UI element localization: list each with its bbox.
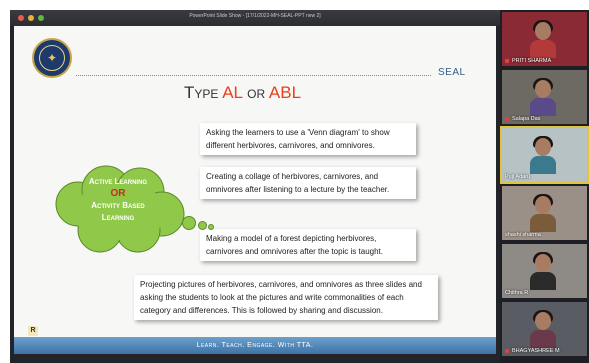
participant-tile-active-speaker[interactable]: Puji Adaru bbox=[500, 126, 589, 184]
header-divider bbox=[76, 75, 431, 76]
window-titlebar: PowerPoint Slide Show - [17/1/2022-MH-SE… bbox=[10, 10, 500, 26]
participant-tile[interactable]: shashi sharma bbox=[502, 186, 587, 240]
muted-mic-icon bbox=[505, 59, 509, 63]
participant-name: Salapa Das bbox=[512, 116, 541, 122]
participant-tile[interactable]: BHAGYASHREE M bbox=[502, 302, 587, 356]
window-title: PowerPoint Slide Show - [17/1/2022-MH-SE… bbox=[189, 13, 321, 19]
torso bbox=[530, 272, 556, 290]
participant-tile[interactable]: Chithra R bbox=[502, 244, 587, 298]
title-or: or bbox=[247, 83, 266, 102]
activity-box-4: Projecting pictures of herbivores, carni… bbox=[134, 275, 438, 320]
head bbox=[535, 196, 551, 214]
torso bbox=[530, 156, 556, 174]
head bbox=[535, 138, 551, 156]
activity-box-1: Asking the learners to use a 'Venn diagr… bbox=[200, 123, 416, 155]
torso bbox=[530, 330, 556, 348]
participant-video bbox=[530, 252, 556, 290]
cloud-line-3: Activity Based bbox=[91, 201, 145, 210]
thought-bubble-large bbox=[182, 216, 196, 230]
thought-bubble-medium bbox=[198, 221, 207, 230]
participant-name: shashi sharma bbox=[505, 232, 541, 238]
head bbox=[535, 312, 551, 330]
participant-video bbox=[530, 78, 556, 116]
participant-video bbox=[530, 310, 556, 348]
activity-box-3: Making a model of a forest depicting her… bbox=[200, 229, 416, 261]
torso bbox=[530, 40, 556, 58]
participant-tile[interactable]: PRITI SHARMA bbox=[502, 12, 587, 66]
cloud-line-1: Active Learning bbox=[88, 177, 148, 186]
torso bbox=[530, 214, 556, 232]
activity-text: Creating a collage of herbivores, carniv… bbox=[206, 172, 390, 194]
school-logo: ✦ bbox=[32, 38, 72, 78]
slide-footer: Learn. Teach. Engage. With TTA. bbox=[14, 337, 496, 354]
thought-bubble-small bbox=[208, 224, 214, 230]
head bbox=[535, 254, 551, 272]
cloud-line-4: Learning bbox=[101, 213, 135, 222]
activity-box-2: Creating a collage of herbivores, carniv… bbox=[200, 167, 416, 199]
participant-name: BHAGYASHREE M bbox=[512, 348, 560, 354]
activity-text: Asking the learners to use a 'Venn diagr… bbox=[206, 128, 390, 150]
participant-video bbox=[530, 20, 556, 58]
participant-name: Chithra R bbox=[505, 290, 529, 296]
cloud-label: Active Learning OR Activity Based Learni… bbox=[48, 176, 188, 224]
cloud-line-or: OR bbox=[110, 188, 126, 199]
activity-text: Making a model of a forest depicting her… bbox=[206, 234, 383, 256]
title-al: AL bbox=[222, 83, 243, 102]
participant-name: PRITI SHARMA bbox=[512, 58, 552, 64]
presenter-badge: R bbox=[28, 326, 38, 336]
title-prefix: Type bbox=[184, 83, 219, 102]
participant-video bbox=[530, 136, 556, 174]
screen-share-window: PowerPoint Slide Show - [17/1/2022-MH-SE… bbox=[10, 10, 589, 363]
muted-mic-icon bbox=[505, 117, 509, 121]
torso bbox=[530, 98, 556, 116]
head bbox=[535, 80, 551, 98]
lamp-icon: ✦ bbox=[39, 45, 65, 71]
head bbox=[535, 22, 551, 40]
participants-panel: PRITI SHARMA Salapa Das Puji Adaru shash… bbox=[500, 10, 589, 363]
slide-title: Type AL or ABL bbox=[184, 83, 301, 103]
participant-tile[interactable]: Salapa Das bbox=[502, 70, 587, 124]
brand-label: SEAL bbox=[438, 67, 466, 78]
participant-name: Puji Adaru bbox=[505, 174, 531, 180]
activity-text: Projecting pictures of herbivores, carni… bbox=[140, 280, 422, 315]
title-abl: ABL bbox=[268, 83, 302, 102]
presentation-slide: ✦ SEAL Type AL or ABL Asking the learner… bbox=[14, 26, 496, 354]
participant-video bbox=[530, 194, 556, 232]
muted-mic-icon bbox=[505, 349, 509, 353]
